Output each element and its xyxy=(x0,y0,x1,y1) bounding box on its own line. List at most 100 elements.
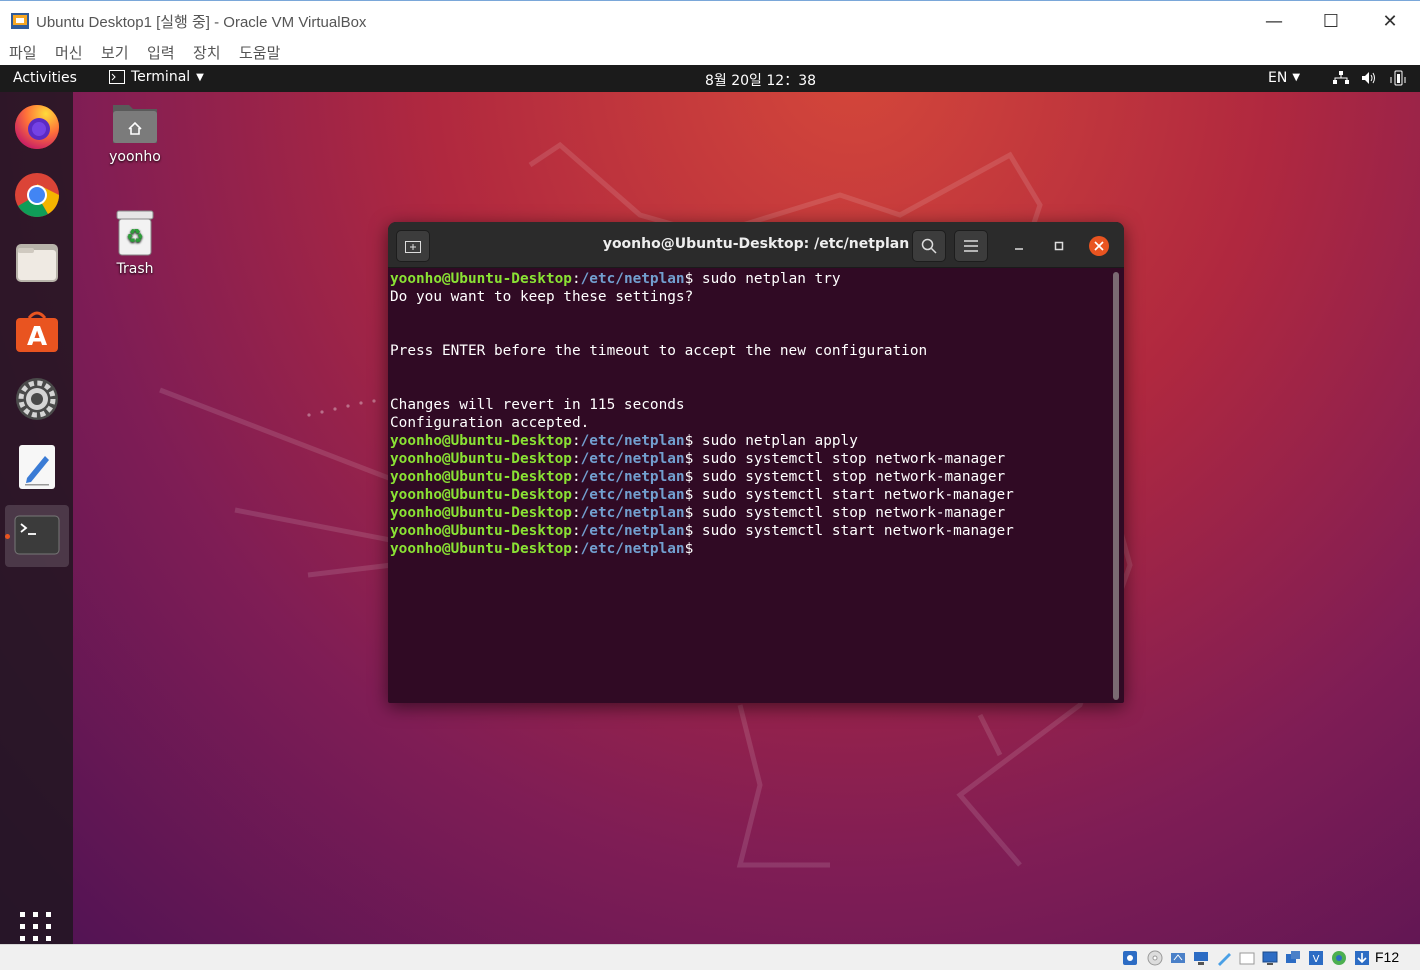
terminal-line: yoonho@Ubuntu-Desktop:/etc/netplan$ xyxy=(390,540,1110,558)
terminal-output[interactable]: yoonho@Ubuntu-Desktop:/etc/netplan$ sudo… xyxy=(390,270,1110,700)
prompt-symbol: $ xyxy=(684,505,694,521)
power-menu-icon[interactable] xyxy=(1389,70,1407,86)
terminal-line: yoonho@Ubuntu-Desktop:/etc/netplan$ sudo… xyxy=(390,450,1110,468)
input-method-indicator[interactable]: EN ▼ xyxy=(1268,70,1300,86)
prompt-path: /etc/netplan xyxy=(580,541,685,557)
volume-icon[interactable] xyxy=(1361,71,1377,85)
activities-button[interactable]: Activities xyxy=(13,70,77,86)
output-text: Configuration accepted. xyxy=(390,415,590,431)
network-wired-icon[interactable] xyxy=(1333,71,1349,85)
hard-disk-icon[interactable] xyxy=(1121,949,1139,967)
prompt-symbol: $ xyxy=(684,487,694,503)
optical-drive-icon[interactable] xyxy=(1146,949,1164,967)
dock-ubuntu-software[interactable]: A xyxy=(12,306,62,356)
chevron-down-icon: ▼ xyxy=(196,71,204,83)
terminal-window[interactable]: yoonho@Ubuntu-Desktop: /etc/netplan yoon… xyxy=(388,222,1124,703)
terminal-scrollbar[interactable] xyxy=(1113,272,1119,700)
terminal-line: yoonho@Ubuntu-Desktop:/etc/netplan$ sudo… xyxy=(390,504,1110,522)
prompt-path: /etc/netplan xyxy=(580,451,685,467)
terminal-close-button[interactable] xyxy=(1082,230,1116,262)
prompt-path: /etc/netplan xyxy=(580,433,685,449)
hamburger-menu-button[interactable] xyxy=(954,230,988,262)
dock-files[interactable] xyxy=(12,238,62,288)
prompt-separator: : xyxy=(571,487,581,503)
prompt-path: /etc/netplan xyxy=(580,523,685,539)
menu-input[interactable]: 입력 xyxy=(147,42,175,63)
host-window-title: Ubuntu Desktop1 [실행 중] - Oracle VM Virtu… xyxy=(36,14,367,31)
chevron-down-icon: ▼ xyxy=(1292,72,1301,83)
prompt-user: yoonho@Ubuntu-Desktop xyxy=(390,487,572,503)
search-icon xyxy=(921,238,937,254)
video-capture-icon[interactable] xyxy=(1284,949,1302,967)
show-applications-icon[interactable] xyxy=(20,912,54,942)
output-text: Press ENTER before the timeout to accept… xyxy=(390,343,928,359)
prompt-user: yoonho@Ubuntu-Desktop xyxy=(390,505,572,521)
host-status-bar: V F12 xyxy=(0,944,1420,970)
terminal-line: Press ENTER before the timeout to accept… xyxy=(390,342,1110,360)
keyboard-capture-icon[interactable] xyxy=(1353,949,1371,967)
menu-help[interactable]: 도움말 xyxy=(239,42,280,63)
terminal-maximize-button[interactable] xyxy=(1042,230,1076,262)
guest-display[interactable]: Activities Terminal ▼ 8월 20일 12：38 EN ▼ xyxy=(0,65,1420,944)
virtualbox-app-icon xyxy=(11,13,29,29)
dock-chrome[interactable] xyxy=(12,170,62,220)
clock[interactable]: 8월 20일 12：38 xyxy=(705,70,816,90)
dock-text-editor[interactable] xyxy=(12,442,62,492)
menu-machine[interactable]: 머신 xyxy=(55,42,83,63)
dock-terminal[interactable] xyxy=(12,510,62,560)
search-button[interactable] xyxy=(912,230,946,262)
terminal-line: yoonho@Ubuntu-Desktop:/etc/netplan$ sudo… xyxy=(390,522,1110,540)
command-text: sudo systemctl start network-manager xyxy=(693,487,1014,503)
menu-devices[interactable]: 장치 xyxy=(193,42,221,63)
svg-text:A: A xyxy=(27,322,47,352)
ubuntu-software-icon: A xyxy=(16,311,58,352)
running-indicator xyxy=(5,534,10,539)
command-text: sudo netplan try xyxy=(693,271,841,287)
menu-view[interactable]: 보기 xyxy=(101,42,129,63)
dock-settings[interactable] xyxy=(12,374,62,424)
desktop-icon-label: Trash xyxy=(116,261,154,277)
close-button[interactable]: ✕ xyxy=(1361,1,1419,41)
display-icon[interactable] xyxy=(1261,949,1279,967)
prompt-separator: : xyxy=(571,433,581,449)
terminal-line: yoonho@Ubuntu-Desktop:/etc/netplan$ sudo… xyxy=(390,432,1110,450)
menu-file[interactable]: 파일 xyxy=(9,42,37,63)
prompt-separator: : xyxy=(571,523,581,539)
network-adapter-icon[interactable] xyxy=(1192,949,1210,967)
prompt-user: yoonho@Ubuntu-Desktop xyxy=(390,541,572,557)
mouse-integration-icon[interactable] xyxy=(1330,949,1348,967)
prompt-path: /etc/netplan xyxy=(580,271,685,287)
terminal-minimize-button[interactable] xyxy=(1002,230,1036,262)
terminal-line: Changes will revert in 115 seconds xyxy=(390,396,1110,414)
prompt-symbol: $ xyxy=(684,523,694,539)
maximize-button[interactable]: ☐ xyxy=(1302,1,1360,41)
minimize-button[interactable]: — xyxy=(1245,1,1303,41)
app-menu-terminal[interactable]: Terminal ▼ xyxy=(109,69,204,85)
vt-x-icon[interactable]: V xyxy=(1307,949,1325,967)
shared-folders-icon[interactable] xyxy=(1238,949,1256,967)
terminal-header-bar[interactable]: yoonho@Ubuntu-Desktop: /etc/netplan xyxy=(388,222,1124,268)
terminal-line: yoonho@Ubuntu-Desktop:/etc/netplan$ sudo… xyxy=(390,468,1110,486)
desktop-icon-label: yoonho xyxy=(109,149,161,165)
prompt-path: /etc/netplan xyxy=(580,487,685,503)
desktop-icon-trash[interactable]: ♻ Trash xyxy=(100,209,170,277)
usb-icon[interactable] xyxy=(1215,949,1233,967)
trash-icon: ♻ xyxy=(116,210,154,256)
prompt-separator: : xyxy=(571,469,581,485)
settings-gear-icon xyxy=(16,378,58,420)
prompt-symbol: $ xyxy=(684,271,694,287)
prompt-separator: : xyxy=(571,505,581,521)
files-icon xyxy=(16,244,58,282)
desktop-icon-home[interactable]: yoonho xyxy=(100,101,170,165)
firefox-icon xyxy=(15,105,59,149)
prompt-path: /etc/netplan xyxy=(580,469,685,485)
host-key-label: F12 xyxy=(1375,949,1400,965)
command-text: sudo systemctl stop network-manager xyxy=(693,469,1006,485)
prompt-symbol: $ xyxy=(684,469,694,485)
input-method-label: EN xyxy=(1268,70,1288,86)
audio-icon[interactable] xyxy=(1169,949,1187,967)
dock-firefox[interactable] xyxy=(12,102,62,152)
